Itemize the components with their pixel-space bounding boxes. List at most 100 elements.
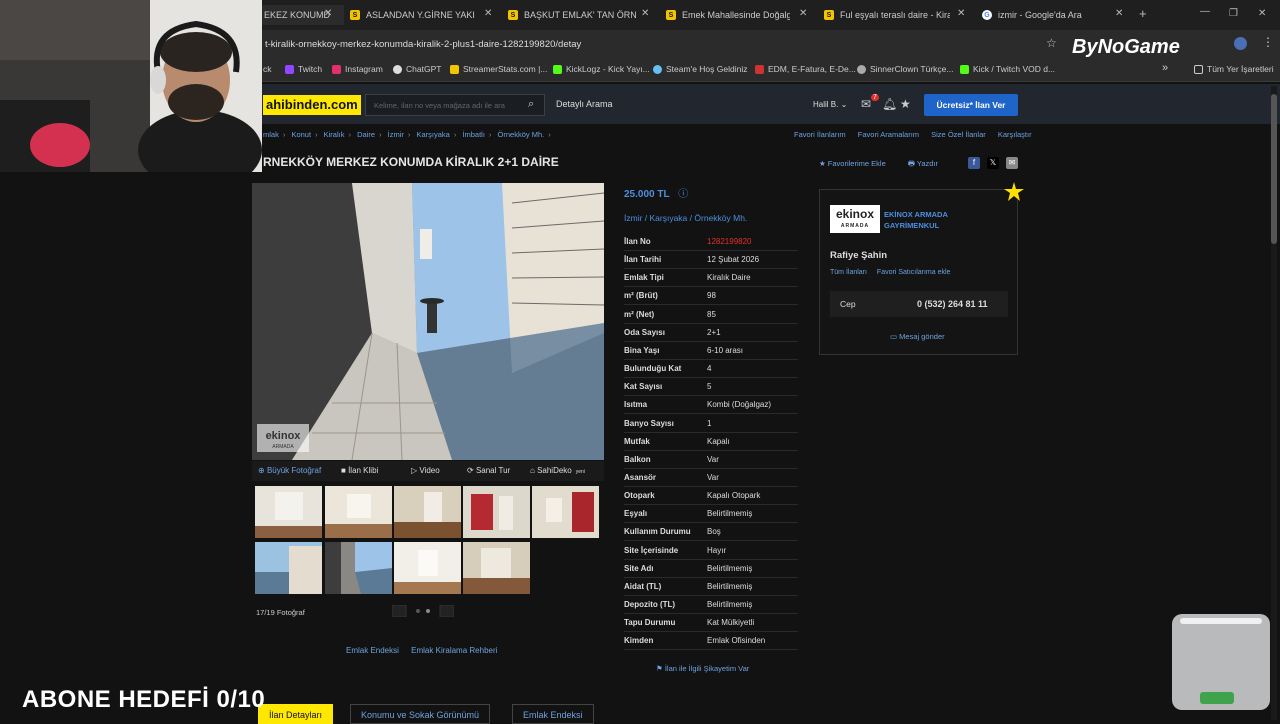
rental-guide-link[interactable]: Emlak Kiralama Rehberi (411, 646, 497, 655)
bookmarks-overflow[interactable]: » (1162, 62, 1168, 74)
all-bookmarks[interactable]: Tüm Yer İşaretleri (1194, 64, 1274, 74)
detail-row: m² (Brüt) 98 (624, 287, 798, 305)
bookmark-item[interactable]: StreamerStats.com |... (450, 64, 547, 74)
large-photo-button[interactable]: ⊕ Büyük Fotoğraf (258, 466, 321, 475)
bookmark-item[interactable]: EDM, E-Fatura, E-De... (755, 64, 856, 74)
detail-key: Balkon (624, 455, 651, 464)
compare-link[interactable]: Karşılaştır (998, 130, 1032, 139)
tab-close-icon[interactable]: ✕ (1115, 8, 1123, 19)
search-icon[interactable]: ⌕ (528, 98, 534, 111)
bookmark-item[interactable]: Kick / Twitch VOD d... (960, 64, 1055, 74)
breadcrumb-item[interactable]: Karşıyaka (416, 130, 449, 139)
bookmark-item[interactable]: SinnerClown Türkçe... (857, 64, 953, 74)
virtual-tour-button[interactable]: ⟳ Sanal Tur (467, 466, 510, 475)
x-share-icon[interactable]: 𝕏 (987, 157, 999, 169)
star-icon[interactable]: ★ (900, 97, 911, 111)
new-tab-icon[interactable]: + (1139, 6, 1147, 21)
tab-close-icon[interactable]: ✕ (484, 8, 492, 19)
tab-location[interactable]: Konumu ve Sokak Görünümü (350, 704, 491, 724)
profile-icon[interactable] (1234, 37, 1247, 50)
twitch-icon (285, 64, 294, 74)
all-listings-link[interactable]: Tüm İlanları (830, 269, 867, 276)
breadcrumb-item[interactable]: İmbatlı (462, 130, 485, 139)
add-favorite-link[interactable]: ★ Favorilerime Ekle (819, 159, 886, 168)
detail-row: Emlak Tipi Kiralık Daire (624, 269, 798, 287)
breadcrumb-item[interactable]: Konut (291, 130, 311, 139)
phone-label: Cep (840, 299, 856, 309)
browser-tab[interactable]: Gizmir - Google'da Ara (982, 5, 1107, 25)
listing-location[interactable]: İzmir / Karşıyaka / Örnekköy Mh. (624, 213, 747, 223)
bookmark-item[interactable]: ChatGPT (393, 64, 441, 74)
url-field[interactable]: t-kiralik-ornekkoy-merkez-konumda-kirali… (265, 39, 581, 50)
detailed-search-link[interactable]: Detaylı Arama (556, 99, 613, 109)
user-menu[interactable]: Halil B. ⌄ (813, 100, 847, 109)
instagram-icon (332, 64, 341, 74)
sahideko-button[interactable]: ⌂ SahiDeko yeni (530, 466, 585, 475)
photo-thumbnail[interactable] (394, 486, 461, 538)
bookmark-item[interactable]: Twitch (285, 64, 322, 74)
photo-thumbnail[interactable] (463, 542, 530, 594)
send-message-link[interactable]: ▭ Mesaj gönder (890, 332, 945, 341)
detail-value: Hayır (707, 546, 727, 555)
post-listing-button[interactable]: Ücretsiz* İlan Ver (924, 94, 1018, 116)
main-photo[interactable]: ekinox ARMADA (252, 183, 604, 460)
bookmark-item[interactable]: Steam'e Hoş Geldiniz (653, 64, 747, 74)
listing-clip-button[interactable]: ■ İlan Klibi (341, 466, 378, 475)
special-listings-link[interactable]: Size Özel İlanlar (931, 130, 986, 139)
favorite-seller-link[interactable]: Favori Satıcılarıma ekle (877, 269, 951, 276)
detail-row: Isıtma Kombi (Doğalgaz) (624, 396, 798, 414)
bell-icon[interactable]: 🔔︎ (882, 97, 897, 111)
bookmark-star-icon[interactable]: ☆ (1046, 36, 1057, 50)
print-icon[interactable]: 🖶︎ (908, 159, 915, 168)
detail-key: Oda Sayısı (624, 328, 665, 337)
favorite-searches-link[interactable]: Favori Aramalarım (858, 130, 919, 139)
tab-close-icon[interactable]: ✕ (641, 8, 649, 19)
email-share-icon[interactable]: ✉ (1006, 157, 1018, 169)
facebook-share-icon[interactable]: f (968, 157, 980, 169)
print-link[interactable]: Yazdır (917, 159, 938, 168)
tab-real-estate-index[interactable]: Emlak Endeksi (512, 704, 594, 724)
breadcrumb-item[interactable]: mlak (263, 130, 279, 139)
complaint-link[interactable]: ⚑ İlan ile İlgili Şikayetim Var (656, 664, 749, 673)
page-scrollbar[interactable] (1270, 86, 1278, 720)
minimize-icon[interactable]: — (1200, 6, 1210, 17)
photo-thumbnail[interactable] (255, 486, 322, 538)
tab-close-icon[interactable]: ✕ (957, 8, 965, 19)
browser-tab[interactable]: SASLANDAN Y.GİRNE YAKINI 3 (350, 5, 475, 25)
photo-thumbnail[interactable] (394, 542, 461, 594)
detail-value: Kapalı Otopark (707, 491, 761, 500)
breadcrumb-item[interactable]: Daire (357, 130, 375, 139)
breadcrumb-item[interactable]: Kiralık (324, 130, 345, 139)
photo-thumbnail[interactable] (255, 542, 322, 594)
bookmark-item[interactable]: ck (263, 64, 272, 74)
info-icon[interactable]: ⓘ (678, 189, 688, 200)
detail-row: Otopark Kapalı Otopark (624, 487, 798, 505)
bookmark-item[interactable]: Instagram (332, 64, 383, 74)
favorite-listings-link[interactable]: Favori İlanlarım (794, 130, 846, 139)
browser-tab[interactable]: SBAŞKUT EMLAK' TAN ÖRNEKKÖ (508, 5, 636, 25)
site-logo[interactable]: ahibinden.com (263, 95, 361, 115)
search-input[interactable]: Kelime, ilan no veya mağaza adı ile ara (365, 94, 545, 116)
tab-close-icon[interactable]: ✕ (324, 8, 332, 19)
video-button[interactable]: ▷ Video (411, 466, 440, 475)
window-close-icon[interactable]: ✕ (1258, 8, 1266, 19)
seller-firm-name[interactable]: EKİNOX ARMADA GAYRİMENKUL (884, 209, 948, 231)
menu-icon[interactable]: ⋮ (1262, 35, 1274, 49)
tab-close-icon[interactable]: ✕ (799, 8, 807, 19)
restore-icon[interactable]: ❐ (1229, 8, 1238, 19)
mail-icon[interactable]: ✉ (861, 97, 871, 111)
tab-listing-details[interactable]: İlan Detayları (258, 704, 334, 724)
photo-thumbnail[interactable] (532, 486, 599, 538)
breadcrumb-item[interactable]: İzmir (388, 130, 404, 139)
seller-logo[interactable]: ekinox ARMADA (830, 205, 880, 233)
real-estate-index-link[interactable]: Emlak Endeksi (346, 646, 399, 655)
photo-thumbnail[interactable] (325, 542, 392, 594)
browser-tab[interactable]: S Ful eşyalı teraslı daire - Kiralık (824, 5, 950, 25)
bookmark-item[interactable]: KickLogz - Kick Yayı... (553, 64, 650, 74)
photo-thumbnail[interactable] (463, 486, 530, 538)
phone-number[interactable]: 0 (532) 264 81 11 (917, 299, 988, 309)
gallery-pager[interactable] (392, 605, 454, 617)
photo-thumbnail[interactable] (325, 486, 392, 538)
breadcrumb-item[interactable]: Örnekköy Mh. (498, 130, 545, 139)
browser-tab[interactable]: SEmek Mahallesinde Doğalgazlı (666, 5, 790, 25)
